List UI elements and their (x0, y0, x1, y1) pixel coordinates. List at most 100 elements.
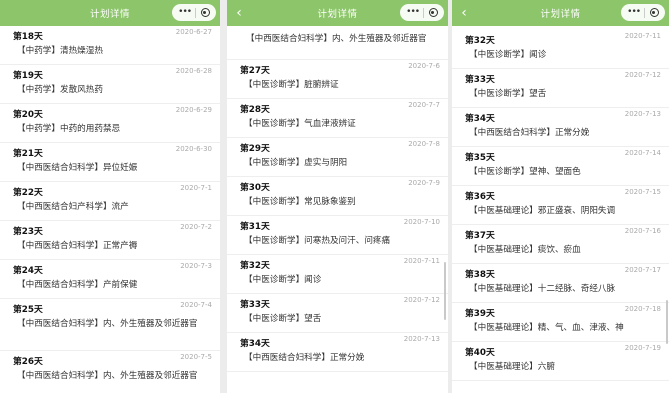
day-subject: 【中西医结合妇科学】产前保健 (17, 280, 138, 290)
day-subject: 【中医诊断学】常见脉象鉴别 (244, 197, 356, 207)
day-date: 2020-7-18 (624, 305, 661, 313)
page-title: 计划详情 (540, 9, 581, 20)
day-label: 第20天 (13, 110, 43, 120)
plan-day-item[interactable]: 第38天 2020-7-17 【中医基础理论】十二经脉、奇经八脉 (452, 264, 669, 303)
more-icon[interactable]: ••• (627, 4, 641, 21)
back-chevron-icon[interactable]: ‹ (231, 4, 247, 22)
plan-day-item[interactable]: 第32天 2020-7-11 【中医诊断学】闻诊 (227, 255, 448, 294)
day-subject: 【中西医结合妇科学】内、外生殖器及邻近器官 (246, 34, 427, 44)
plan-detail-screen-3: 第32天 2020-7-11 【中医诊断学】闻诊 第33天 2020-7-12 … (452, 0, 669, 393)
plan-day-item[interactable]: 第36天 2020-7-15 【中医基础理论】邪正盛衰、阴阳失调 (452, 186, 669, 225)
day-subject: 【中药学】中药的用药禁忌 (17, 124, 121, 134)
plan-day-item[interactable]: 第27天 2020-7-6 【中医诊断学】脏腑辨证 (227, 60, 448, 99)
day-subject: 【中医诊断学】虚实与阴阳 (244, 158, 348, 168)
day-label: 第38天 (465, 270, 495, 280)
day-date: 2020-7-19 (624, 344, 661, 352)
day-date: 2020-7-12 (624, 71, 661, 79)
day-subject: 【中医诊断学】问寒热及问汗、问疼痛 (244, 236, 391, 246)
day-label: 第19天 (13, 71, 43, 81)
plan-day-item[interactable]: 第35天 2020-7-14 【中医诊断学】望神、望面色 (452, 147, 669, 186)
plan-day-item[interactable]: 第22天 2020-7-1 【中西医结合妇产科学】流产 (0, 182, 220, 221)
day-date: 2020-7-14 (624, 149, 661, 157)
day-date: 2020-7-12 (403, 296, 440, 304)
page-title: 计划详情 (89, 9, 130, 20)
day-label: 第24天 (13, 266, 43, 276)
plan-day-item[interactable]: 第33天 2020-7-12 【中医诊断学】望舌 (227, 294, 448, 333)
day-date: 2020-7-9 (408, 179, 440, 187)
plan-day-item[interactable]: 第29天 2020-7-8 【中医诊断学】虚实与阴阳 (227, 138, 448, 177)
day-date: 2020-7-16 (624, 227, 661, 235)
day-subject: 【中西医结合妇科学】异位妊娠 (17, 163, 138, 173)
day-label: 第31天 (240, 222, 270, 232)
day-label: 第39天 (465, 309, 495, 319)
day-label: 第36天 (465, 192, 495, 202)
day-subject: 【中医诊断学】望舌 (469, 89, 547, 99)
plan-day-item[interactable]: 第32天 2020-7-11 【中医诊断学】闻诊 (452, 30, 669, 69)
plan-day-item[interactable]: 第33天 2020-7-12 【中医诊断学】望舌 (452, 69, 669, 108)
day-subject: 【中医基础理论】精、气、血、津液、神 (469, 323, 624, 333)
plan-day-item[interactable]: 第20天 2020-6-29 【中药学】中药的用药禁忌 (0, 104, 220, 143)
day-subject: 【中西医结合妇科学】内、外生殖器及邻近器官 (17, 319, 198, 329)
page-title: 计划详情 (317, 9, 358, 20)
day-date: 2020-7-1 (180, 184, 212, 192)
plan-day-item[interactable]: 第34天 2020-7-13 【中西医结合妇科学】正常分娩 (452, 108, 669, 147)
scrollbar[interactable] (666, 300, 668, 344)
day-date: 2020-7-11 (403, 257, 440, 265)
plan-day-item[interactable]: 第23天 2020-7-2 【中西医结合妇科学】正常产褥 (0, 221, 220, 260)
plan-day-item[interactable]: 第26天 2020-7-5 【中西医结合妇科学】内、外生殖器及邻近器官 (0, 351, 220, 393)
day-subject: 【中医诊断学】望神、望面色 (469, 167, 581, 177)
panel-gap (220, 0, 227, 393)
plan-day-item[interactable]: 第34天 2020-7-13 【中西医结合妇科学】正常分娩 (227, 333, 448, 372)
navigation-bar: ‹ 计划详情 ••• (452, 0, 669, 26)
day-date: 2020-7-5 (180, 353, 212, 361)
day-date: 2020-7-3 (180, 262, 212, 270)
mini-program-capsule: ••• (172, 4, 216, 21)
more-icon[interactable]: ••• (178, 4, 192, 21)
plan-day-item[interactable]: 第37天 2020-7-16 【中医基础理论】痰饮、瘀血 (452, 225, 669, 264)
day-subject: 【中医基础理论】十二经脉、奇经八脉 (469, 284, 616, 294)
plan-day-item[interactable]: 第24天 2020-7-3 【中西医结合妇科学】产前保健 (0, 260, 220, 299)
plan-day-item[interactable]: 第28天 2020-7-7 【中医诊断学】气血津液辨证 (227, 99, 448, 138)
plan-day-item[interactable]: 第25天 2020-7-4 【中西医结合妇科学】内、外生殖器及邻近器官 (0, 299, 220, 351)
back-chevron-icon[interactable]: ‹ (456, 4, 472, 22)
day-subject: 【中医诊断学】脏腑辨证 (244, 80, 339, 90)
more-icon[interactable]: ••• (406, 4, 420, 21)
day-subject: 【中西医结合妇科学】正常分娩 (244, 353, 365, 363)
plan-day-item-partial[interactable]: 【中西医结合妇科学】内、外生殖器及邻近器官 (227, 20, 448, 60)
day-label: 第34天 (465, 114, 495, 124)
day-label: 第33天 (465, 75, 495, 85)
close-mini-program-icon[interactable] (200, 8, 210, 17)
plan-day-list: 第18天 2020-6-27 【中药学】清热燥湿热 第19天 2020-6-28… (0, 26, 220, 393)
day-date: 2020-6-27 (175, 28, 212, 36)
plan-day-list: 【中西医结合妇科学】内、外生殖器及邻近器官 第27天 2020-7-6 【中医诊… (227, 20, 448, 372)
day-date: 2020-7-15 (624, 188, 661, 196)
day-subject: 【中药学】发散风热药 (17, 85, 103, 95)
plan-day-item[interactable]: 第19天 2020-6-28 【中药学】发散风热药 (0, 65, 220, 104)
day-label: 第18天 (13, 32, 43, 42)
plan-day-item[interactable]: 第31天 2020-7-10 【中医诊断学】问寒热及问汗、问疼痛 (227, 216, 448, 255)
plan-day-item[interactable]: 第39天 2020-7-18 【中医基础理论】精、气、血、津液、神 (452, 303, 669, 342)
day-date: 2020-7-7 (408, 101, 440, 109)
close-mini-program-icon[interactable] (428, 8, 438, 17)
day-label: 第37天 (465, 231, 495, 241)
day-label: 第25天 (13, 305, 43, 315)
day-label: 第34天 (240, 339, 270, 349)
day-subject: 【中医基础理论】六腑 (469, 362, 555, 372)
close-mini-program-icon[interactable] (649, 8, 659, 17)
day-label: 第21天 (13, 149, 43, 159)
capsule-divider (644, 7, 646, 18)
day-label: 第27天 (240, 66, 270, 76)
plan-day-item[interactable]: 第40天 2020-7-19 【中医基础理论】六腑 (452, 342, 669, 381)
day-subject: 【中医诊断学】望舌 (244, 314, 322, 324)
day-date: 2020-7-13 (624, 110, 661, 118)
day-subject: 【中医诊断学】气血津液辨证 (244, 119, 356, 129)
day-subject: 【中西医结合妇科学】正常产褥 (17, 241, 138, 251)
day-subject: 【中医基础理论】邪正盛衰、阴阳失调 (469, 206, 616, 216)
mini-program-capsule: ••• (400, 4, 444, 21)
day-date: 2020-7-17 (624, 266, 661, 274)
plan-day-item[interactable]: 第21天 2020-6-30 【中西医结合妇科学】异位妊娠 (0, 143, 220, 182)
day-date: 2020-7-13 (403, 335, 440, 343)
plan-day-item[interactable]: 第18天 2020-6-27 【中药学】清热燥湿热 (0, 26, 220, 65)
plan-day-item[interactable]: 第30天 2020-7-9 【中医诊断学】常见脉象鉴别 (227, 177, 448, 216)
scrollbar[interactable] (444, 262, 446, 320)
